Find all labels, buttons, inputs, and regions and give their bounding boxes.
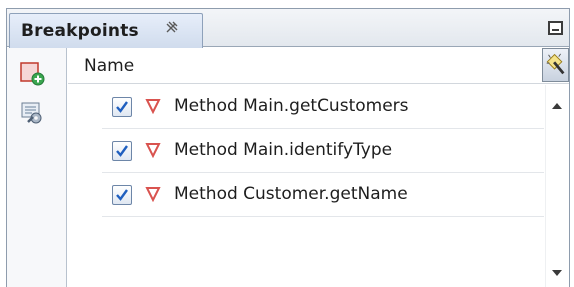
list-item[interactable]: Method Customer.getName <box>102 173 544 217</box>
breakpoint-enabled-checkbox[interactable] <box>112 141 132 161</box>
list-item[interactable]: Method Main.identifyType <box>102 129 544 173</box>
column-header: Name <box>68 48 569 84</box>
breakpoint-label: Method Customer.getName <box>174 184 408 204</box>
toolbar <box>7 48 67 287</box>
close-icon[interactable] <box>164 21 178 35</box>
tab-breakpoints[interactable]: Breakpoints <box>9 13 203 48</box>
method-breakpoint-icon <box>145 143 161 158</box>
breakpoints-view: Breakpoints Name Method Main.getCustomer… <box>6 8 570 287</box>
list-item[interactable]: Method Main.getCustomers <box>102 85 544 129</box>
tab-bar: Breakpoints <box>7 9 569 48</box>
vertical-scrollbar[interactable] <box>545 85 569 287</box>
method-breakpoint-icon <box>145 99 161 114</box>
breakpoint-enabled-checkbox[interactable] <box>112 185 132 205</box>
new-breakpoint-icon[interactable] <box>19 60 45 86</box>
breakpoint-list: Name Method Main.getCustomers Method Mai… <box>68 48 569 287</box>
breakpoint-enabled-checkbox[interactable] <box>112 97 132 117</box>
magic-wand-icon[interactable] <box>542 48 569 82</box>
scroll-up-icon[interactable] <box>552 103 562 109</box>
minimize-icon[interactable] <box>548 21 563 35</box>
settings-icon[interactable] <box>19 100 45 126</box>
column-name-header[interactable]: Name <box>84 56 134 76</box>
tab-title: Breakpoints <box>21 21 139 41</box>
method-breakpoint-icon <box>145 187 161 202</box>
breakpoint-label: Method Main.getCustomers <box>174 96 409 116</box>
scroll-down-icon[interactable] <box>552 270 562 276</box>
breakpoint-label: Method Main.identifyType <box>174 140 393 160</box>
